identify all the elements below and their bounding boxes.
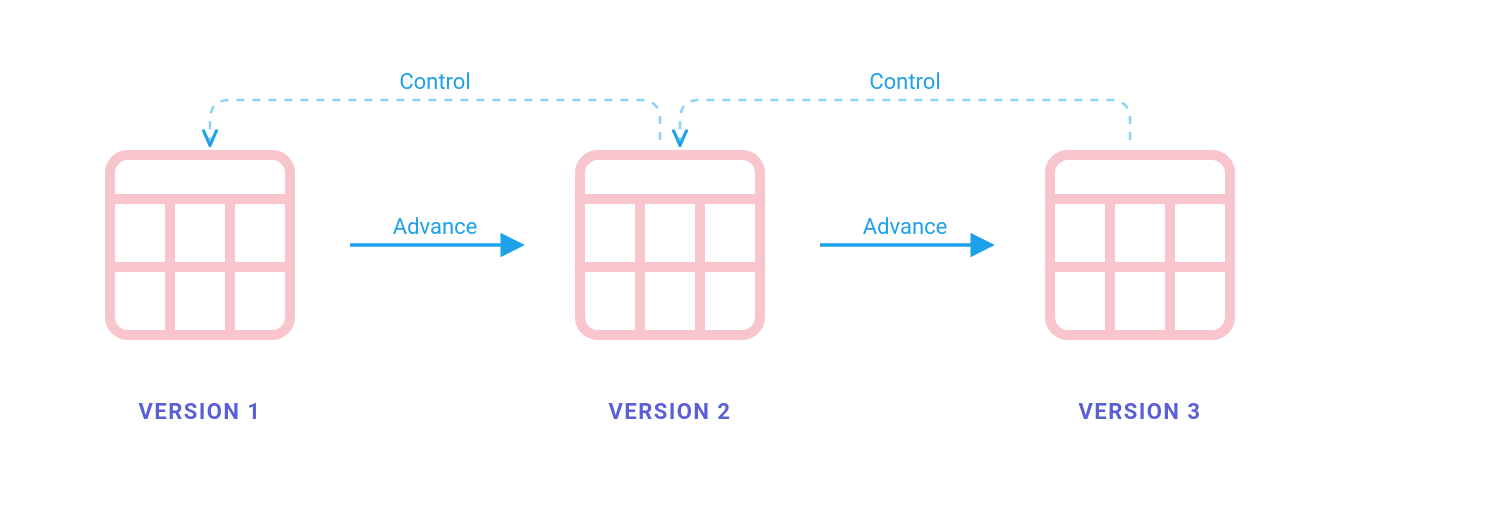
- node-v3: [1050, 155, 1230, 335]
- node-v1: [110, 155, 290, 335]
- diagram-canvas: VERSION 1 VERSION 2 VERSION 3 Advance Advanc…: [0, 0, 1500, 525]
- advance-label-a1: Advance: [393, 215, 478, 240]
- control-label-c1: Control: [399, 70, 470, 95]
- version-label-v1: VERSION 1: [138, 400, 261, 425]
- control-label-c2: Control: [869, 70, 940, 95]
- diagram-svg: [0, 0, 1500, 525]
- advance-label-a2: Advance: [863, 215, 948, 240]
- control-arc-c2: [680, 100, 1130, 140]
- control-arc-c1: [210, 100, 660, 140]
- version-label-v2: VERSION 2: [608, 400, 731, 425]
- version-label-v3: VERSION 3: [1078, 400, 1201, 425]
- node-v2: [580, 155, 760, 335]
